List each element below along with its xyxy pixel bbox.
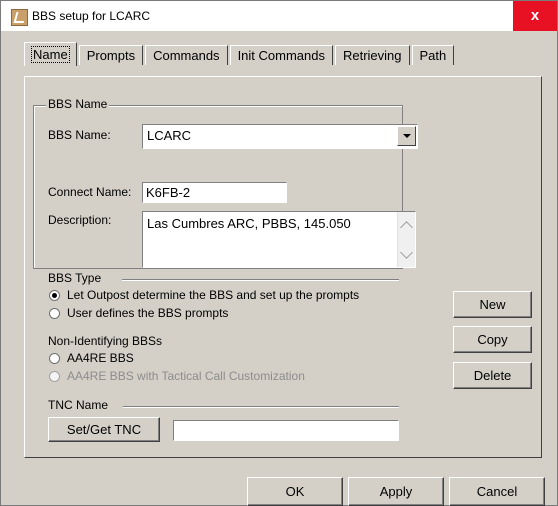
tab-name[interactable]: Name — [24, 42, 77, 66]
app-icon — [11, 9, 28, 26]
dialog-window: BBS setup for LCARC x Name Prompts Comma… — [0, 0, 558, 506]
apply-button[interactable]: Apply — [348, 477, 444, 506]
bbs-type-auto-radio[interactable] — [49, 290, 60, 301]
bbs-type-user-label[interactable]: User defines the BBS prompts — [67, 306, 228, 320]
tab-init-commands[interactable]: Init Commands — [229, 45, 333, 65]
title-bar: BBS setup for LCARC x — [1, 1, 557, 31]
bbs-type-title: BBS Type — [48, 271, 102, 285]
bbs-type-auto-label[interactable]: Let Outpost determine the BBS and set up… — [67, 288, 359, 302]
tab-strip: Name Prompts Commands Init Commands Retr… — [24, 42, 456, 66]
tab-prompts[interactable]: Prompts — [78, 45, 144, 65]
aa4re-radio[interactable] — [49, 353, 60, 364]
cancel-button[interactable]: Cancel — [449, 477, 545, 506]
description-label: Description: — [48, 213, 112, 227]
tnc-name-title: TNC Name — [48, 398, 109, 412]
dialog-body: Name Prompts Commands Init Commands Retr… — [1, 31, 557, 506]
tab-commands[interactable]: Commands — [145, 45, 228, 65]
scroll-up-icon[interactable] — [400, 221, 413, 234]
chevron-down-icon[interactable] — [397, 126, 416, 146]
bbs-name-value: LCARC — [147, 128, 192, 143]
bbs-name-combo[interactable]: LCARC — [142, 124, 418, 149]
bbs-type-user-radio[interactable] — [49, 308, 60, 319]
connect-name-field[interactable]: K6FB-2 — [142, 182, 287, 203]
non-identifying-title: Non-Identifying BBSs — [48, 334, 163, 348]
bbs-type-divider — [122, 279, 399, 281]
bbs-name-label: BBS Name: — [48, 128, 111, 142]
connect-name-label: Connect Name: — [48, 185, 132, 199]
scroll-down-icon[interactable] — [400, 246, 413, 259]
bbs-name-group-title: BBS Name — [46, 97, 110, 111]
set-get-tnc-button[interactable]: Set/Get TNC — [48, 417, 160, 442]
new-button[interactable]: New — [453, 291, 532, 318]
copy-button[interactable]: Copy — [453, 326, 532, 353]
tnc-divider — [123, 406, 399, 408]
close-button[interactable]: x — [513, 1, 557, 31]
description-scrollbar[interactable] — [397, 212, 415, 267]
description-value: Las Cumbres ARC, PBBS, 145.050 — [147, 216, 351, 231]
aa4re-tactical-label: AA4RE BBS with Tactical Call Customizati… — [67, 369, 305, 383]
tab-name-label: Name — [31, 46, 70, 63]
connect-name-value: K6FB-2 — [146, 185, 191, 200]
tab-path[interactable]: Path — [411, 45, 455, 65]
tab-retrieving[interactable]: Retrieving — [334, 45, 410, 65]
aa4re-tactical-radio — [49, 371, 60, 382]
aa4re-label[interactable]: AA4RE BBS — [67, 351, 134, 365]
tnc-name-field[interactable] — [173, 420, 399, 441]
ok-button[interactable]: OK — [247, 477, 343, 506]
delete-button[interactable]: Delete — [453, 362, 532, 389]
description-field[interactable]: Las Cumbres ARC, PBBS, 145.050 — [142, 211, 416, 268]
window-title: BBS setup for LCARC — [32, 9, 151, 23]
